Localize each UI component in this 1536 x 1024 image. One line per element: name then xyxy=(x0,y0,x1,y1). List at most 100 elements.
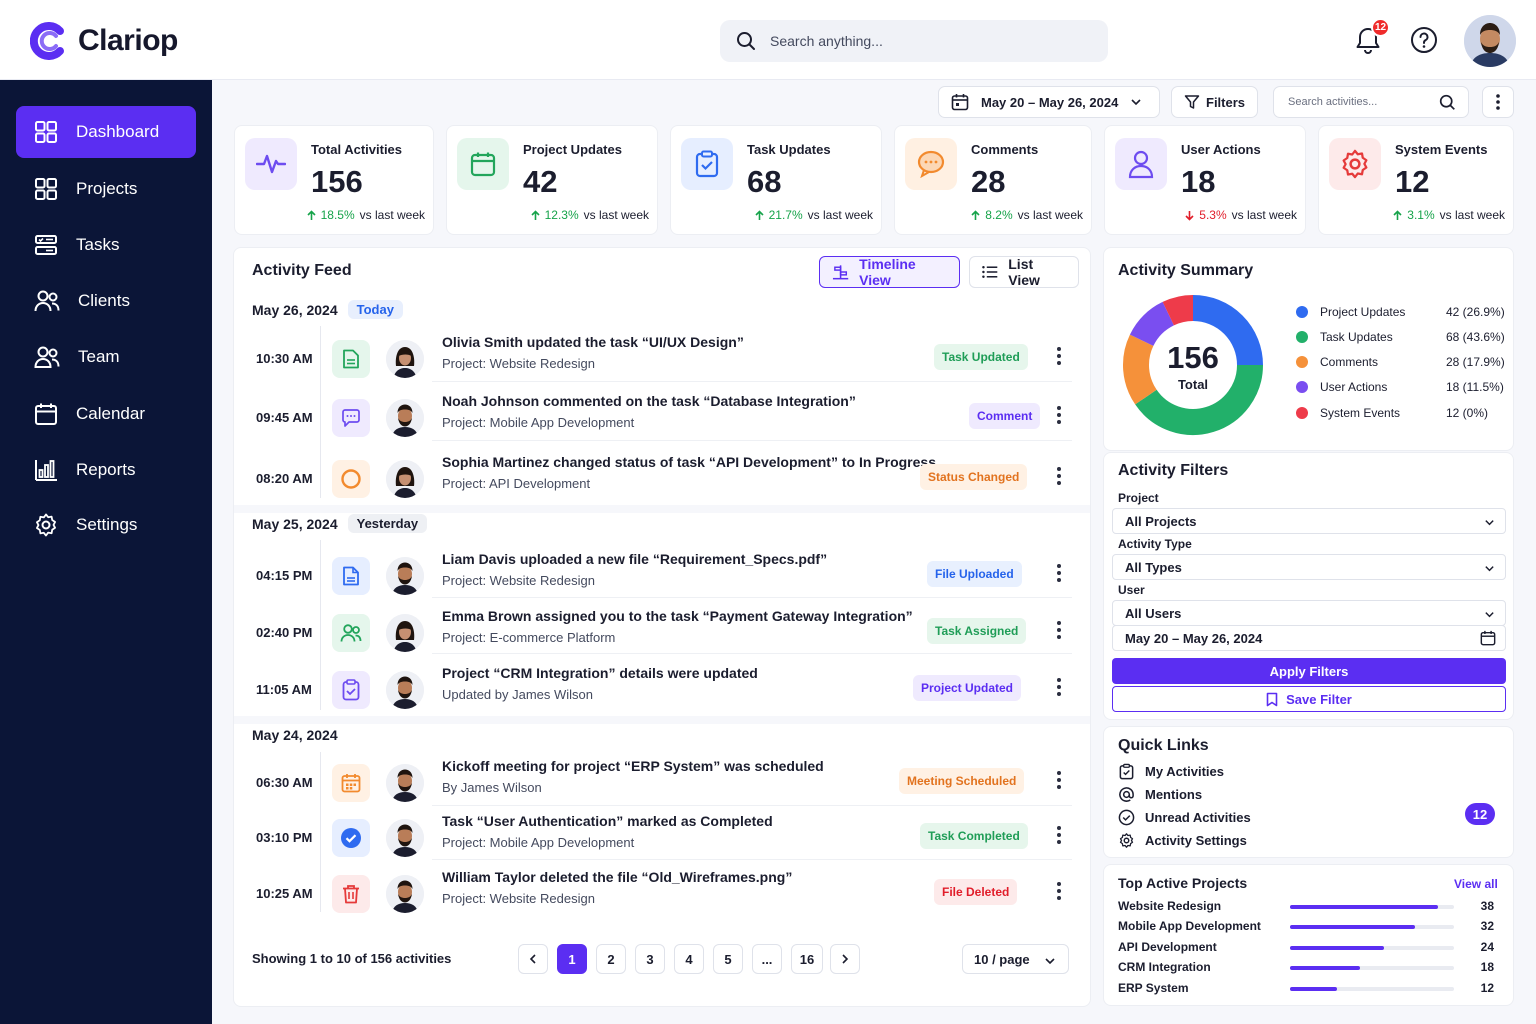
top-project-row[interactable]: CRM Integration 18 xyxy=(1118,960,1496,976)
sidebar-item-clients[interactable]: Clients xyxy=(16,275,196,327)
row-more-button[interactable] xyxy=(1052,464,1066,488)
save-filter-button[interactable]: Save Filter xyxy=(1112,686,1506,712)
row-separator xyxy=(432,381,1072,382)
chevron-down-icon xyxy=(1045,958,1055,965)
activity-row[interactable]: 06:30 AM Kickoff meeting for project “ER… xyxy=(252,756,1072,812)
stat-card-project-updates[interactable]: Project Updates 42 12.3% vs last week xyxy=(446,125,658,235)
date-range-text: May 20 – May 26, 2024 xyxy=(981,94,1119,110)
brand-name: Clariop xyxy=(78,24,178,57)
help-button[interactable] xyxy=(1408,24,1440,56)
type-filter-label: Activity Type xyxy=(1118,537,1192,551)
stat-value: 28 xyxy=(971,164,1006,199)
row-more-button[interactable] xyxy=(1052,561,1066,585)
stat-card-total-activities[interactable]: Total Activities 156 18.5% vs last week xyxy=(234,125,434,235)
activity-row[interactable]: 10:25 AM William Taylor deleted the file… xyxy=(252,867,1072,923)
page-button[interactable]: 16 xyxy=(791,944,823,974)
activity-row[interactable]: 08:20 AM Sophia Martinez changed status … xyxy=(252,452,1072,508)
user-filter-select[interactable]: All Users xyxy=(1112,600,1506,626)
page-button[interactable]: 3 xyxy=(635,944,665,974)
sidebar-item-reports[interactable]: Reports xyxy=(16,444,196,496)
stat-label: System Events xyxy=(1395,142,1488,157)
activity-user-avatar[interactable] xyxy=(386,460,424,498)
activity-title: Liam Davis uploaded a new file “Requirem… xyxy=(442,551,828,567)
more-options-button[interactable] xyxy=(1482,86,1514,118)
activity-search-input[interactable]: Search activities... xyxy=(1273,86,1469,118)
calendar-icon xyxy=(332,764,370,802)
quick-link-mentions[interactable]: Mentions xyxy=(1118,786,1202,803)
activity-user-avatar[interactable] xyxy=(386,340,424,378)
page-button[interactable]: 1 xyxy=(557,944,587,974)
row-more-button[interactable] xyxy=(1052,768,1066,792)
top-project-row[interactable]: ERP System 12 xyxy=(1118,981,1496,997)
legend-value: 28 (17.9%) xyxy=(1446,355,1505,369)
activity-user-avatar[interactable] xyxy=(386,875,424,913)
global-search-input[interactable]: Search anything... xyxy=(720,20,1108,62)
stat-value: 156 xyxy=(311,164,363,199)
sidebar-item-team[interactable]: Team xyxy=(16,331,196,383)
activity-user-avatar[interactable] xyxy=(386,671,424,709)
activity-user-avatar[interactable] xyxy=(386,764,424,802)
stat-card-system-events[interactable]: System Events 12 3.1% vs last week xyxy=(1318,125,1514,235)
row-more-button[interactable] xyxy=(1052,675,1066,699)
calendar-icon xyxy=(1480,630,1496,646)
stat-card-user-actions[interactable]: User Actions 18 5.3% vs last week xyxy=(1104,125,1306,235)
activity-tag: Task Completed xyxy=(920,823,1028,849)
top-project-row[interactable]: API Development 24 xyxy=(1118,940,1496,956)
top-project-row[interactable]: Website Redesign 38 xyxy=(1118,899,1496,915)
sidebar-item-label: Team xyxy=(78,347,120,366)
row-more-button[interactable] xyxy=(1052,823,1066,847)
view-all-link[interactable]: View all xyxy=(1454,877,1498,891)
row-more-button[interactable] xyxy=(1052,618,1066,642)
top-project-row[interactable]: Mobile App Development 32 xyxy=(1118,919,1496,935)
legend-label: User Actions xyxy=(1320,380,1388,394)
stat-card-task-updates[interactable]: Task Updates 68 21.7% vs last week xyxy=(670,125,882,235)
date-range-picker[interactable]: May 20 – May 26, 2024 xyxy=(938,86,1160,118)
activity-user-avatar[interactable] xyxy=(386,557,424,595)
row-more-button[interactable] xyxy=(1052,879,1066,903)
notifications-button[interactable]: 12 xyxy=(1352,18,1390,56)
next-page-button[interactable] xyxy=(830,944,860,974)
page-button[interactable]: 4 xyxy=(674,944,704,974)
list-view-button[interactable]: List View xyxy=(969,256,1079,288)
activity-time: 03:10 PM xyxy=(256,830,313,845)
page-ellipsis: ... xyxy=(752,944,782,974)
activity-user-avatar[interactable] xyxy=(386,819,424,857)
apply-filters-button[interactable]: Apply Filters xyxy=(1112,658,1506,684)
activity-user-avatar[interactable] xyxy=(386,399,424,437)
project-bar-fill xyxy=(1290,987,1337,991)
sidebar-item-tasks[interactable]: Tasks xyxy=(16,219,196,271)
quick-link-unread[interactable]: Unread Activities xyxy=(1118,809,1251,826)
stat-card-comments[interactable]: Comments 28 8.2% vs last week xyxy=(894,125,1092,235)
page-button[interactable]: 5 xyxy=(713,944,743,974)
project-filter-select[interactable]: All Projects xyxy=(1112,508,1506,534)
quick-link-my-activities[interactable]: My Activities xyxy=(1118,763,1224,780)
user-avatar-icon xyxy=(1464,15,1516,67)
activity-row[interactable]: 09:45 AM Noah Johnson commented on the t… xyxy=(252,391,1072,447)
activity-tag: Status Changed xyxy=(920,464,1028,490)
type-filter-select[interactable]: All Types xyxy=(1112,554,1506,580)
page-button[interactable]: 2 xyxy=(596,944,626,974)
timeline-view-button[interactable]: Timeline View xyxy=(819,256,960,288)
user-avatar[interactable] xyxy=(1464,15,1516,67)
filters-button[interactable]: Filters xyxy=(1171,86,1258,118)
row-more-button[interactable] xyxy=(1052,344,1066,368)
stat-icon xyxy=(245,138,297,190)
sidebar-item-projects[interactable]: Projects xyxy=(16,163,196,215)
sidebar-item-calendar[interactable]: Calendar xyxy=(16,388,196,440)
date-filter-input[interactable]: May 20 – May 26, 2024 xyxy=(1112,625,1506,651)
activity-row[interactable]: 10:30 AM Olivia Smith updated the task “… xyxy=(252,332,1072,388)
quick-link-settings[interactable]: Activity Settings xyxy=(1118,832,1247,849)
prev-page-button[interactable] xyxy=(518,944,548,974)
legend-dot xyxy=(1296,306,1308,318)
sidebar-item-dashboard[interactable]: Dashboard xyxy=(16,106,196,158)
page-size-select[interactable]: 10 / page xyxy=(962,944,1069,974)
legend-dot xyxy=(1296,356,1308,368)
activity-row[interactable]: 11:05 AM Project “CRM Integration” detai… xyxy=(252,663,1072,719)
activity-user-avatar[interactable] xyxy=(386,614,424,652)
brand-logo[interactable]: Clariop xyxy=(30,22,178,60)
row-more-button[interactable] xyxy=(1052,403,1066,427)
sidebar-item-settings[interactable]: Settings xyxy=(16,499,196,551)
user-filter-value: All Users xyxy=(1125,605,1182,621)
donut-slice-system-events[interactable] xyxy=(1162,295,1194,326)
more-vertical-icon xyxy=(1496,94,1500,110)
